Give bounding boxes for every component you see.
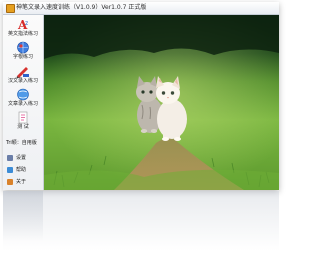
about-icon xyxy=(7,179,13,185)
sidebar-settings-label: 设置 xyxy=(16,155,27,161)
test-icon xyxy=(18,111,28,124)
sidebar-settings-button[interactable]: 设置 xyxy=(7,154,41,162)
app-window: 神笔文录入速度训练（V1.0.9）Ver1.0.7 正式版 A z 英文指法练习… xyxy=(3,2,279,190)
kittens-photo xyxy=(44,15,279,190)
window-reflection xyxy=(3,191,279,251)
document-globe-icon xyxy=(17,88,29,101)
kittens-image xyxy=(44,15,279,190)
sidebar-about-label: 关于 xyxy=(16,179,27,185)
pen-icon xyxy=(16,67,29,78)
window-title: 神笔文录入速度训练（V1.0.9）Ver1.0.7 正式版 xyxy=(16,4,147,11)
settings-icon xyxy=(7,155,13,161)
sidebar-item-label: 测 试 xyxy=(17,124,29,130)
help-icon xyxy=(7,167,13,173)
title-bar[interactable]: 神笔文录入速度训练（V1.0.9）Ver1.0.7 正式版 xyxy=(3,2,279,15)
sidebar-help-button[interactable]: 帮助 xyxy=(7,166,41,174)
sidebar-item-english-typing[interactable]: A z 英文指法练习 xyxy=(5,18,41,40)
sidebar-item-label: 汉文录入练习 xyxy=(7,78,38,84)
sidebar-reflection xyxy=(3,191,43,241)
sidebar-help-label: 帮助 xyxy=(16,167,27,173)
sidebar: A z 英文指法练习 字根练习 汉文录入练习 文章录入练习 测 试 Tri颖：自… xyxy=(3,15,44,190)
sidebar-item-label: 字根练习 xyxy=(12,54,33,60)
user-status-label: Tri颖：自用版 xyxy=(6,140,37,146)
sidebar-item-article-typing[interactable]: 文章录入练习 xyxy=(5,88,41,110)
sidebar-about-button[interactable]: 关于 xyxy=(7,178,41,186)
app-icon xyxy=(6,4,15,13)
sidebar-item-radical-practice[interactable]: 字根练习 xyxy=(5,41,41,63)
sidebar-item-chinese-typing[interactable]: 汉文录入练习 xyxy=(5,65,41,87)
letter-a-icon: A z xyxy=(17,18,28,31)
sidebar-item-test[interactable]: 测 试 xyxy=(5,111,41,133)
sidebar-item-label: 英文指法练习 xyxy=(7,31,38,37)
sidebar-item-label: 文章录入练习 xyxy=(7,101,38,107)
svg-text:z: z xyxy=(25,20,28,27)
globe-icon xyxy=(17,41,29,54)
